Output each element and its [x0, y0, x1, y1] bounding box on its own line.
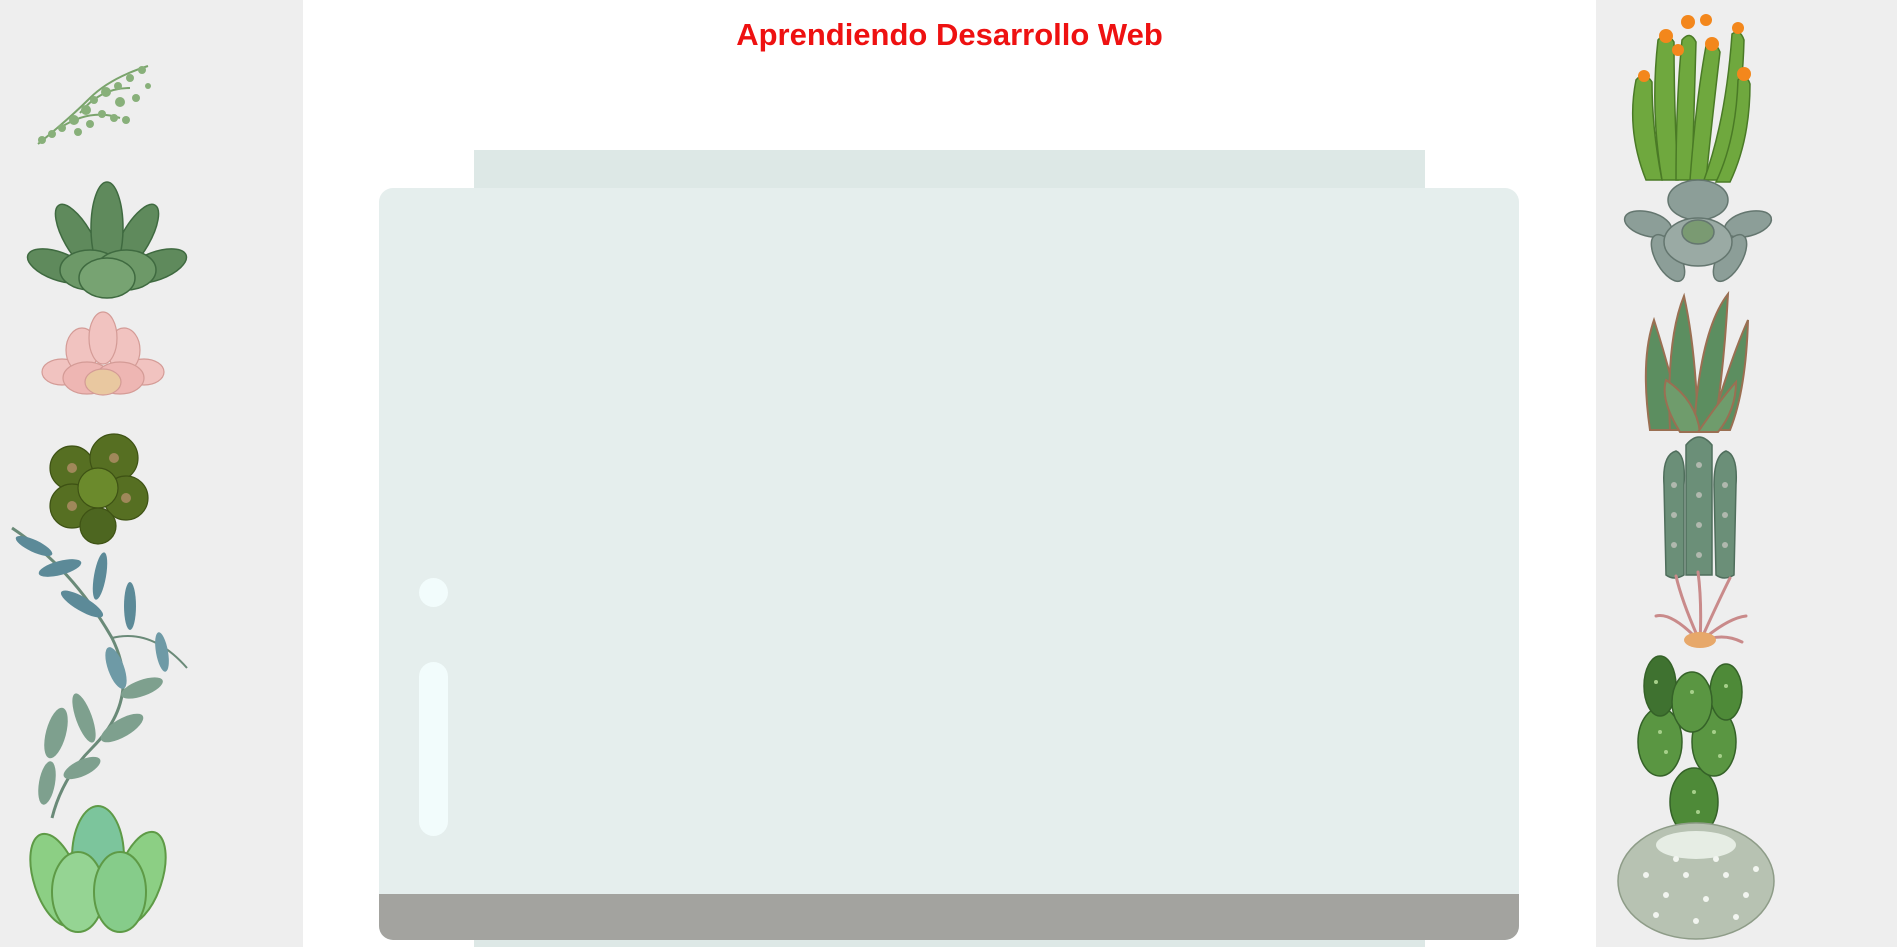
flowering-cactus-plant: [1626, 10, 1754, 190]
prickly-pear-cactus-plant: [1634, 652, 1748, 837]
aloe-plant: [1640, 290, 1752, 435]
terrarium-lid: [474, 150, 1425, 192]
air-plant: [1652, 570, 1748, 652]
page-title: Aprendiendo Desarrollo Web: [736, 17, 1163, 52]
main-content: Aprendiendo Desarrollo Web: [303, 0, 1596, 947]
terrarium-soil: [379, 894, 1519, 940]
glass-glare-bar: [419, 662, 448, 836]
round-white-cactus-plant: [1616, 815, 1776, 940]
pink-succulent-plant: [41, 310, 165, 400]
terrarium-base: [474, 940, 1425, 947]
string-of-pearls-plant: [30, 58, 160, 148]
gray-succulent-plant: [1623, 172, 1773, 287]
glass-glare-dot: [419, 578, 448, 607]
left-plant-panel: [0, 0, 303, 947]
green-succulent-plant: [26, 178, 188, 303]
eucalyptus-branch-plant: [11, 526, 188, 819]
columnar-cactus-plant: [1656, 425, 1742, 585]
right-plant-panel: [1596, 0, 1897, 947]
light-green-succulent-plant: [29, 800, 167, 935]
terrarium-jar: [379, 188, 1519, 940]
